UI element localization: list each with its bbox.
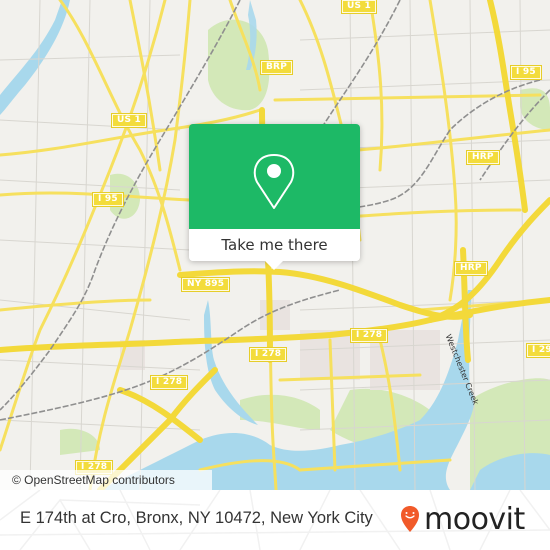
route-shield: I 95: [93, 193, 123, 206]
route-shield: US 1: [342, 0, 376, 13]
route-shield: HRP: [467, 151, 499, 164]
popup-header[interactable]: [189, 124, 360, 229]
map[interactable]: US 1 BRP US 1 I 95 I 95 HRP HRP NY 895 I…: [0, 0, 550, 490]
route-shield: I 278: [151, 376, 188, 389]
moovit-wordmark: moovit: [424, 502, 525, 537]
address-text: E 174th at Cro, Bronx, NY 10472, New Yor…: [20, 509, 373, 527]
popup-pointer: [265, 261, 283, 270]
map-attribution[interactable]: © OpenStreetMap contributors: [0, 470, 212, 490]
route-shield: US 1: [112, 114, 146, 127]
location-pin-icon: [253, 154, 295, 209]
route-shield: NY 895: [182, 278, 230, 291]
route-shield: I 29: [527, 344, 550, 357]
route-shield: BRP: [261, 61, 292, 74]
route-shield: I 278: [250, 348, 287, 361]
route-shield: I 278: [351, 329, 388, 342]
route-shield: I 95: [511, 66, 541, 79]
destination-popup[interactable]: Take me there: [189, 124, 360, 270]
footer: E 174th at Cro, Bronx, NY 10472, New Yor…: [0, 490, 550, 550]
route-shield: HRP: [455, 262, 487, 275]
moovit-pin-icon: [401, 506, 419, 532]
take-me-there-button[interactable]: Take me there: [189, 229, 360, 261]
